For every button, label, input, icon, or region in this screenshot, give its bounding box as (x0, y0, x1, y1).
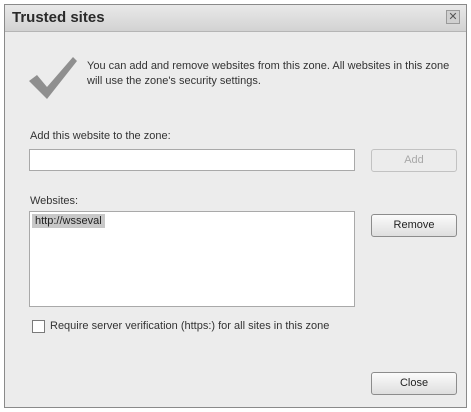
require-https-label[interactable]: Require server verification (https:) for… (50, 320, 329, 332)
add-button[interactable]: Add (371, 149, 457, 172)
close-button[interactable]: Close (371, 372, 457, 395)
websites-label: Websites: (30, 195, 79, 207)
require-https-checkbox[interactable] (32, 320, 45, 333)
trusted-sites-dialog: Trusted sites ✕ You can add and remove w… (4, 4, 467, 408)
list-item[interactable]: http://wsseval (32, 214, 105, 228)
websites-list[interactable]: http://wsseval (29, 211, 355, 307)
add-website-label: Add this website to the zone: (30, 130, 171, 142)
close-icon[interactable]: ✕ (446, 10, 460, 24)
dialog-title: Trusted sites (12, 9, 105, 26)
checkmark-icon (29, 57, 77, 99)
add-website-input[interactable] (29, 149, 355, 171)
title-bar[interactable]: Trusted sites ✕ (5, 5, 466, 32)
remove-button[interactable]: Remove (371, 214, 457, 237)
zone-description: You can add and remove websites from thi… (87, 60, 450, 87)
